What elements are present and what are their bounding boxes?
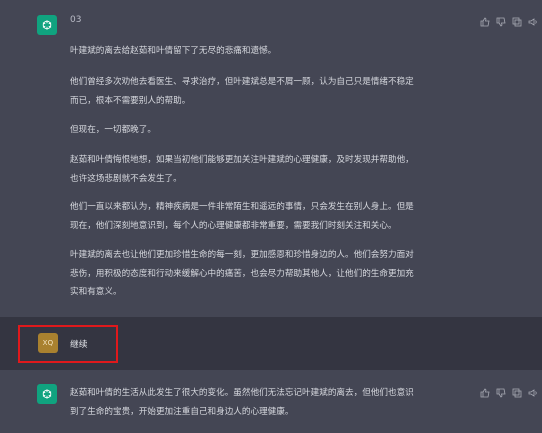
paragraph-line: 而已，根本不需要别人的帮助。 xyxy=(70,96,191,106)
paragraph-line: 他们曾经多次劝他去看医生、寻求治疗，但叶建斌总是不屑一顾，认为自己只是情绪不稳定 xyxy=(70,77,414,87)
thumbs-down-icon[interactable] xyxy=(496,388,506,398)
paragraph-line: 他们一直以来都认为，精神疾病是一件非常陌生和遥远的事情，只会发生在别人身上。但是 xyxy=(70,202,414,212)
paragraph-line: 叶建斌的离去给赵茹和叶倩留下了无尽的悲痛和遗憾。 xyxy=(70,46,277,56)
chatgpt-avatar xyxy=(37,384,57,404)
thumbs-up-icon[interactable] xyxy=(480,17,490,27)
highlight-box xyxy=(18,325,118,363)
paragraph-line: 但现在，一切都晚了。 xyxy=(70,125,156,135)
openai-logo-icon xyxy=(42,389,52,399)
round-label: 03 xyxy=(70,15,82,25)
assistant-message-2: 赵茹和叶倩的生活从此发生了很大的变化。虽然他们无法忘记叶建斌的离去，但他们也意识… xyxy=(0,370,542,433)
paragraph-line: 实和有意义。 xyxy=(70,287,122,297)
paragraph-line: 叶建斌的离去也让他们更加珍惜生命的每一刻，更加感恩和珍惜身边的人。他们会努力面对 xyxy=(70,250,414,260)
message-actions-2 xyxy=(480,388,538,398)
thumbs-down-icon[interactable] xyxy=(496,17,506,27)
paragraph-line: 到了生命的宝贵，开始更加注重自己和身边人的心理健康。 xyxy=(70,407,294,417)
speaker-icon[interactable] xyxy=(528,388,538,398)
openai-logo-icon xyxy=(42,20,52,30)
assistant-message-1: 03 叶建斌的离去给赵茹和叶倩留下了无尽的悲痛和遗憾。 他们曾经多次劝他去看医生… xyxy=(0,0,542,317)
paragraph-line: 现在，他们深刻地意识到，每个人的心理健康都非常重要，需要我们时刻关注和关心。 xyxy=(70,221,397,231)
paragraph-line: 悲伤，用积极的态度和行动来缓解心中的痛苦，也会尽力帮助其他人，让他们的生命更加充 xyxy=(70,269,414,279)
copy-icon[interactable] xyxy=(512,17,522,27)
message-actions-1 xyxy=(480,17,538,27)
paragraph-line: 赵茹和叶倩的生活从此发生了很大的变化。虽然他们无法忘记叶建斌的离去，但他们也意识 xyxy=(70,388,414,398)
paragraph-line: 赵茹和叶倩悔恨地想，如果当初他们能够更加关注叶建斌的心理健康，及时发现并帮助他， xyxy=(70,155,414,165)
chatgpt-avatar xyxy=(37,15,57,35)
speaker-icon[interactable] xyxy=(528,17,538,27)
copy-icon[interactable] xyxy=(512,388,522,398)
paragraph-line: 也许这场悲剧就不会发生了。 xyxy=(70,174,182,184)
